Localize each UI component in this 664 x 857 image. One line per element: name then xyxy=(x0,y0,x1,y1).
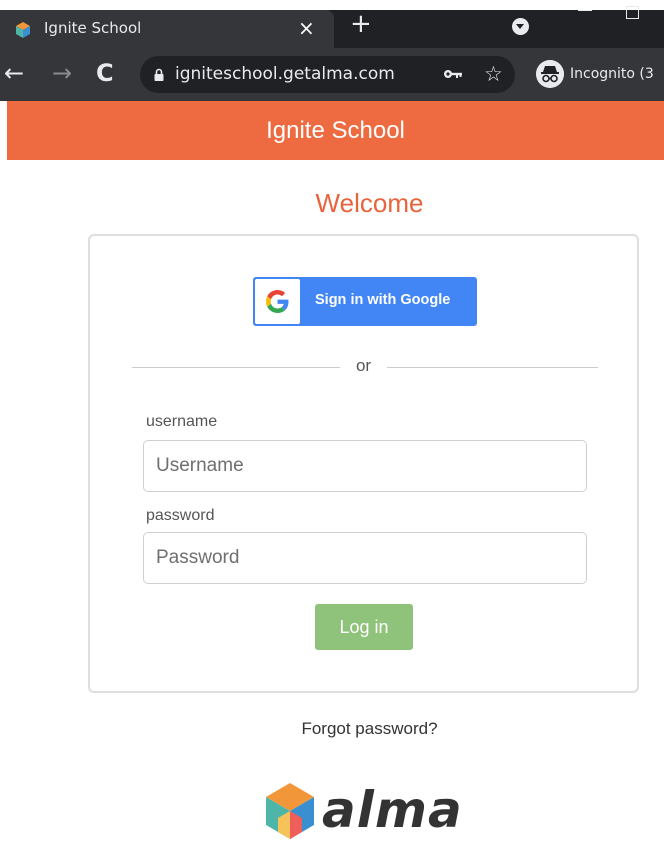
key-icon[interactable] xyxy=(443,68,463,80)
window-top-edge xyxy=(0,0,664,10)
lock-icon xyxy=(154,68,164,81)
reload-icon[interactable]: C xyxy=(96,60,114,86)
tab-close-icon[interactable]: × xyxy=(298,16,315,40)
browser-tab[interactable]: Ignite School × xyxy=(0,10,334,48)
back-arrow-icon[interactable]: ← xyxy=(4,60,24,86)
google-signin-label: Sign in with Google xyxy=(315,292,451,308)
welcome-heading: Welcome xyxy=(315,188,424,218)
alma-favicon-icon xyxy=(16,22,30,38)
site-header: Ignite School xyxy=(7,101,664,160)
new-tab-icon[interactable]: + xyxy=(350,11,372,37)
alma-wordmark: alma xyxy=(322,781,463,839)
password-label: password xyxy=(146,507,215,524)
forgot-password-link[interactable]: Forgot password? xyxy=(7,719,664,739)
tab-title: Ignite School xyxy=(44,19,142,37)
forward-arrow-icon[interactable]: → xyxy=(52,60,72,86)
login-card: Sign in with Google or username password… xyxy=(88,234,639,693)
browser-toolbar: ← → C igniteschool.getalma.com ☆ Incogni… xyxy=(0,48,664,101)
google-signin-button[interactable]: Sign in with Google xyxy=(253,277,477,326)
username-label: username xyxy=(146,413,218,430)
minimize-icon[interactable] xyxy=(578,10,592,11)
divider-line-left xyxy=(132,367,340,368)
browser-tabstrip: Ignite School × + xyxy=(0,0,664,48)
username-input[interactable] xyxy=(143,440,587,492)
google-icon xyxy=(266,290,289,313)
incognito-label: Incognito (3 xyxy=(570,66,654,82)
maximize-icon[interactable] xyxy=(626,6,639,19)
divider-line-right xyxy=(387,367,598,368)
address-bar[interactable]: igniteschool.getalma.com ☆ xyxy=(140,56,515,93)
url-text[interactable]: igniteschool.getalma.com xyxy=(175,64,395,84)
password-input[interactable] xyxy=(143,532,587,584)
alma-logo: alma xyxy=(264,781,474,843)
school-name: Ignite School xyxy=(266,117,405,144)
incognito-icon[interactable] xyxy=(536,60,564,88)
google-logo-box xyxy=(255,279,300,324)
divider-or-text: or xyxy=(355,356,372,375)
bookmark-star-icon[interactable]: ☆ xyxy=(484,61,503,87)
alma-logo-mark-icon xyxy=(266,783,314,839)
login-button[interactable]: Log in xyxy=(315,604,413,650)
tab-search-icon[interactable] xyxy=(512,18,529,35)
